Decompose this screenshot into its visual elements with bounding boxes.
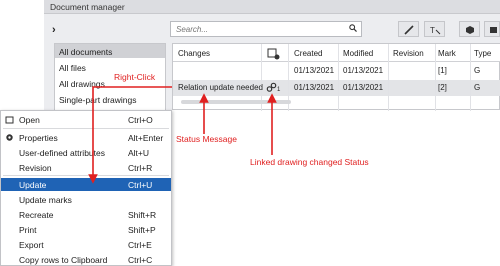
annotation-arrows (88, 86, 277, 184)
right-click-annotation: Right-Click (114, 72, 156, 82)
right-click-arrow (88, 86, 172, 184)
status-message-annotation: Status Message (176, 134, 237, 144)
linked-status-annotation: Linked drawing changed Status (250, 157, 369, 167)
